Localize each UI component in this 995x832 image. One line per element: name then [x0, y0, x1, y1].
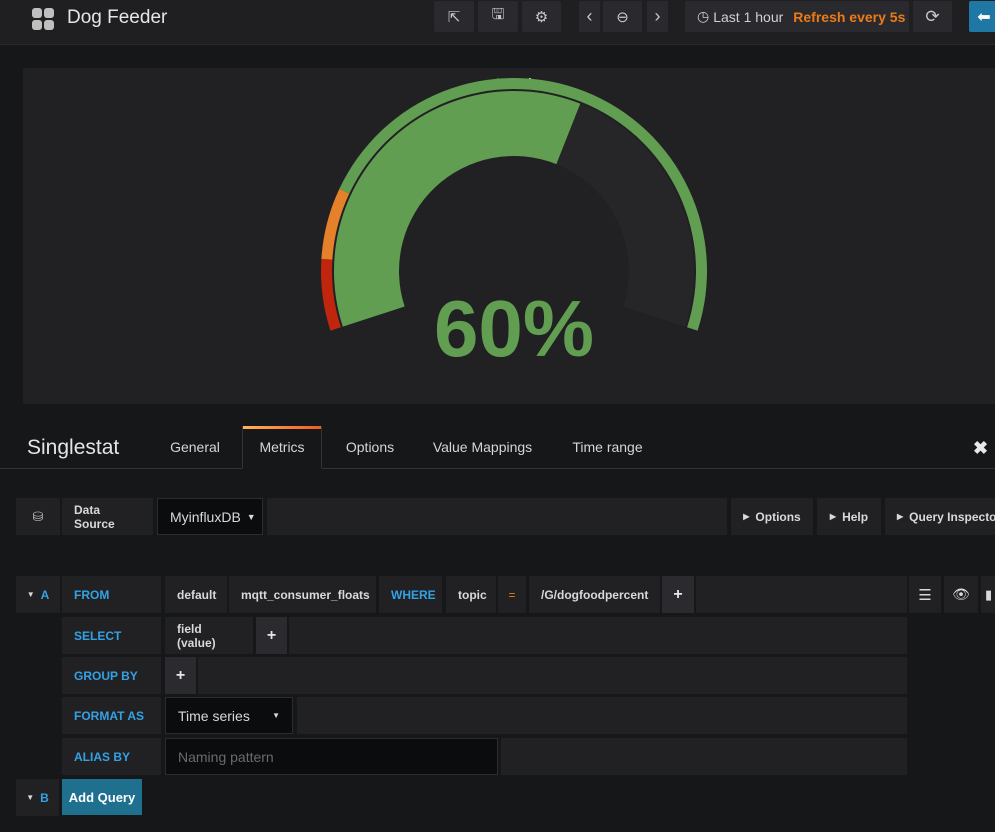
time-back-button[interactable]: ‹	[579, 1, 600, 32]
caret-right-icon: ▶	[829, 512, 837, 521]
alias-input[interactable]	[165, 738, 498, 775]
editor-title: Singlestat	[27, 436, 120, 459]
time-picker[interactable]: ◷ Last 1 hour Refresh every 5s	[685, 1, 909, 32]
query-inspector-toggle[interactable]: ▶ Query Inspector	[885, 498, 995, 535]
query-a-collapse[interactable]: ▼ A	[16, 576, 60, 613]
eye-icon: 👁	[952, 586, 970, 602]
help-toggle[interactable]: ▶ Help	[817, 498, 881, 535]
caret-down-icon: ▼	[272, 711, 280, 720]
where-value[interactable]: /G/dogfoodpercent	[529, 576, 660, 613]
groupby-row-filler	[198, 657, 907, 694]
select-keyword: SELECT	[62, 617, 161, 654]
caret-down-icon: ▼	[26, 590, 35, 599]
tab-value-mappings[interactable]: Value Mappings	[420, 426, 545, 468]
tab-general[interactable]: General	[155, 426, 235, 468]
alias-label: ALIAS BY	[74, 749, 131, 764]
delete-query-button[interactable]: ▮	[981, 576, 995, 613]
save-button[interactable]: 🖫	[478, 1, 518, 32]
select-row-filler	[289, 617, 907, 654]
refresh-icon: ⟳	[925, 6, 940, 26]
zoom-out-button[interactable]: ⊖	[603, 1, 642, 32]
time-range-label: Last 1 hour	[713, 8, 784, 25]
trash-icon: ▮	[985, 586, 993, 602]
query-a-ref: A	[40, 587, 50, 602]
from-row-filler	[696, 576, 907, 613]
refresh-interval-label: Refresh every 5s	[793, 8, 906, 25]
back-arrow-icon: ⬅	[977, 8, 991, 26]
close-editor-icon[interactable]: ✖	[973, 438, 988, 459]
toggle-visibility-button[interactable]: 👁	[944, 576, 978, 613]
database-icon: ⛁	[16, 498, 60, 535]
add-groupby-button[interactable]: +	[165, 657, 196, 694]
singlestat-panel: Level 60%	[23, 68, 995, 404]
from-label: FROM	[74, 587, 110, 602]
format-value: Time series	[178, 707, 250, 724]
datasource-value: MyinfluxDB	[170, 508, 241, 525]
help-label: Help	[842, 509, 869, 524]
groupby-keyword: GROUP BY	[62, 657, 161, 694]
share-button[interactable]: ⇱	[434, 1, 474, 32]
datasource-filler	[267, 498, 727, 535]
zoom-out-icon: ⊖	[616, 8, 629, 26]
time-forward-button[interactable]: ›	[647, 1, 668, 32]
from-keyword: FROM	[62, 576, 161, 613]
tab-metrics[interactable]: Metrics	[242, 426, 322, 469]
gear-icon: ⚙	[534, 8, 549, 26]
select-label: SELECT	[74, 628, 122, 643]
hamburger-icon: ☰	[918, 586, 932, 604]
where-tag[interactable]: topic	[446, 576, 496, 613]
refresh-button[interactable]: ⟳	[913, 1, 952, 32]
plus-icon: +	[175, 666, 186, 684]
where-operator[interactable]: =	[498, 576, 526, 613]
alias-keyword: ALIAS BY	[62, 738, 161, 775]
format-select[interactable]: Time series ▼	[165, 697, 293, 734]
dashboard-title[interactable]: Dog Feeder	[67, 6, 167, 30]
measurement[interactable]: mqtt_consumer_floats	[229, 576, 376, 613]
caret-right-icon: ▶	[743, 512, 750, 521]
options-toggle[interactable]: ▶ Options	[731, 498, 813, 535]
retention-policy[interactable]: default	[165, 576, 227, 613]
query-b-ref: B	[40, 790, 49, 805]
groupby-label: GROUP BY	[74, 668, 138, 683]
query-b-collapse[interactable]: ▼ B	[16, 779, 59, 816]
format-label: FORMAT AS	[74, 708, 144, 723]
datasource-label: Data Source	[62, 498, 153, 535]
caret-down-icon: ▼	[246, 511, 256, 522]
caret-right-icon: ▶	[897, 512, 904, 521]
where-label: WHERE	[391, 587, 436, 602]
query-inspector-label: Query Inspector	[909, 509, 995, 524]
share-icon: ⇱	[447, 8, 461, 26]
chevron-left-icon: ‹	[586, 6, 593, 26]
datasource-select[interactable]: MyinfluxDB ▼	[157, 498, 263, 535]
add-where-button[interactable]: +	[662, 576, 694, 613]
tab-options[interactable]: Options	[330, 426, 410, 468]
alias-row-filler	[501, 738, 907, 775]
clock-icon: ◷	[697, 8, 710, 24]
format-row-filler	[297, 697, 907, 734]
query-menu-button[interactable]: ☰	[909, 576, 941, 613]
panel-editor-header: Singlestat General Metrics Options Value…	[0, 412, 995, 469]
chevron-right-icon: ›	[654, 6, 661, 26]
plus-icon: +	[673, 585, 683, 603]
gauge-value-text: 60%	[434, 284, 594, 373]
add-query-button[interactable]: Add Query	[62, 779, 142, 815]
gauge: 60%	[321, 78, 707, 373]
select-field[interactable]: field (value)	[165, 617, 253, 654]
format-keyword: FORMAT AS	[62, 697, 161, 734]
plus-icon: +	[266, 626, 277, 644]
dashboard-grid-icon[interactable]	[32, 8, 54, 30]
tab-time-range[interactable]: Time range	[560, 426, 655, 468]
settings-button[interactable]: ⚙	[522, 1, 561, 32]
back-button[interactable]: ⬅	[969, 1, 995, 32]
caret-down-icon: ▼	[26, 793, 35, 802]
options-label: Options	[755, 509, 801, 524]
add-select-button[interactable]: +	[256, 617, 287, 654]
where-keyword: WHERE	[379, 576, 442, 613]
top-navbar: Dog Feeder ⇱ 🖫 ⚙ ‹ ⊖ › ◷ Last 1 hour Ref…	[0, 0, 995, 45]
save-icon: 🖫	[491, 6, 505, 23]
